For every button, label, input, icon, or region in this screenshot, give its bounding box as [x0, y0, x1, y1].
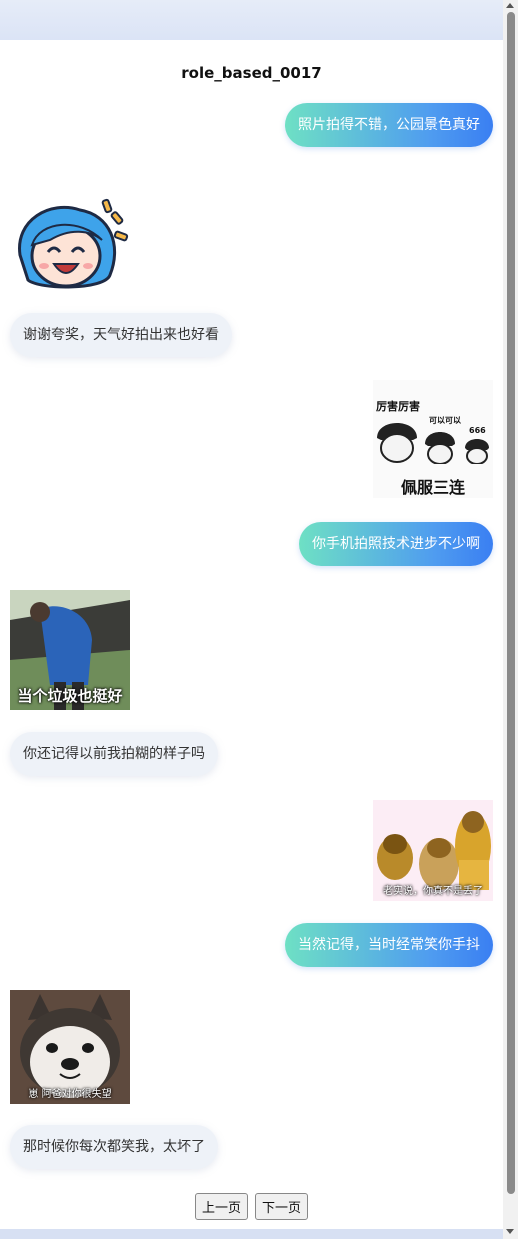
message-bubble-incoming: 那时候你每次都笑我，太坏了 — [10, 1125, 218, 1169]
message-bubble-outgoing: 照片拍得不错，公园景色真好 — [285, 103, 493, 147]
top-background-band — [0, 0, 503, 40]
next-page-button[interactable]: 下一页 — [255, 1193, 309, 1220]
message-bubble-outgoing: 你手机拍照技术进步不少啊 — [299, 522, 493, 566]
scrollbar-thumb[interactable] — [507, 12, 515, 1194]
scroll-up-arrow-icon[interactable] — [506, 3, 514, 8]
scroll-down-arrow-icon[interactable] — [506, 1229, 514, 1234]
meme-caption: 佩服三连 — [400, 478, 465, 497]
chat-title: role_based_0017 — [181, 64, 322, 82]
vertical-scrollbar[interactable] — [503, 0, 518, 1239]
sticker-caption: 崽 阿爸对你很失望 — [28, 1089, 112, 1100]
chat-panel: role_based_0017 照片拍得不错，公园景色真好 谢谢夸奖，天气好拍出… — [0, 40, 503, 1229]
message-bubble-outgoing: 当然记得，当时经常笑你手抖 — [285, 923, 493, 967]
message-bubble-incoming: 你还记得以前我拍糊的样子吗 — [10, 732, 218, 776]
message-bubble-incoming: 谢谢夸奖，天气好拍出来也好看 — [10, 313, 232, 357]
anime-girl-laugh-sticker — [10, 190, 130, 295]
sticker-caption: 当个垃圾也挺好 — [17, 687, 123, 705]
bottom-background-band — [0, 1229, 503, 1239]
pagination: 上一页 下一页 — [0, 1193, 503, 1220]
golden-buddha-sticker: 老实说，你真不是丢了 — [373, 800, 493, 901]
meme-admire-sticker: 厉害厉害 可以可以 666 佩服三连 — [373, 380, 493, 498]
man-hugging-tree-sticker: 当个垃圾也挺好 — [10, 590, 130, 710]
prev-page-button[interactable]: 上一页 — [194, 1193, 248, 1220]
sticker-caption: 老实说，你真不是丢了 — [383, 886, 483, 897]
husky-dog-sticker: 崽 阿爸对你很失望 — [10, 990, 130, 1104]
meme-top-text: 厉害厉害 — [376, 400, 420, 413]
